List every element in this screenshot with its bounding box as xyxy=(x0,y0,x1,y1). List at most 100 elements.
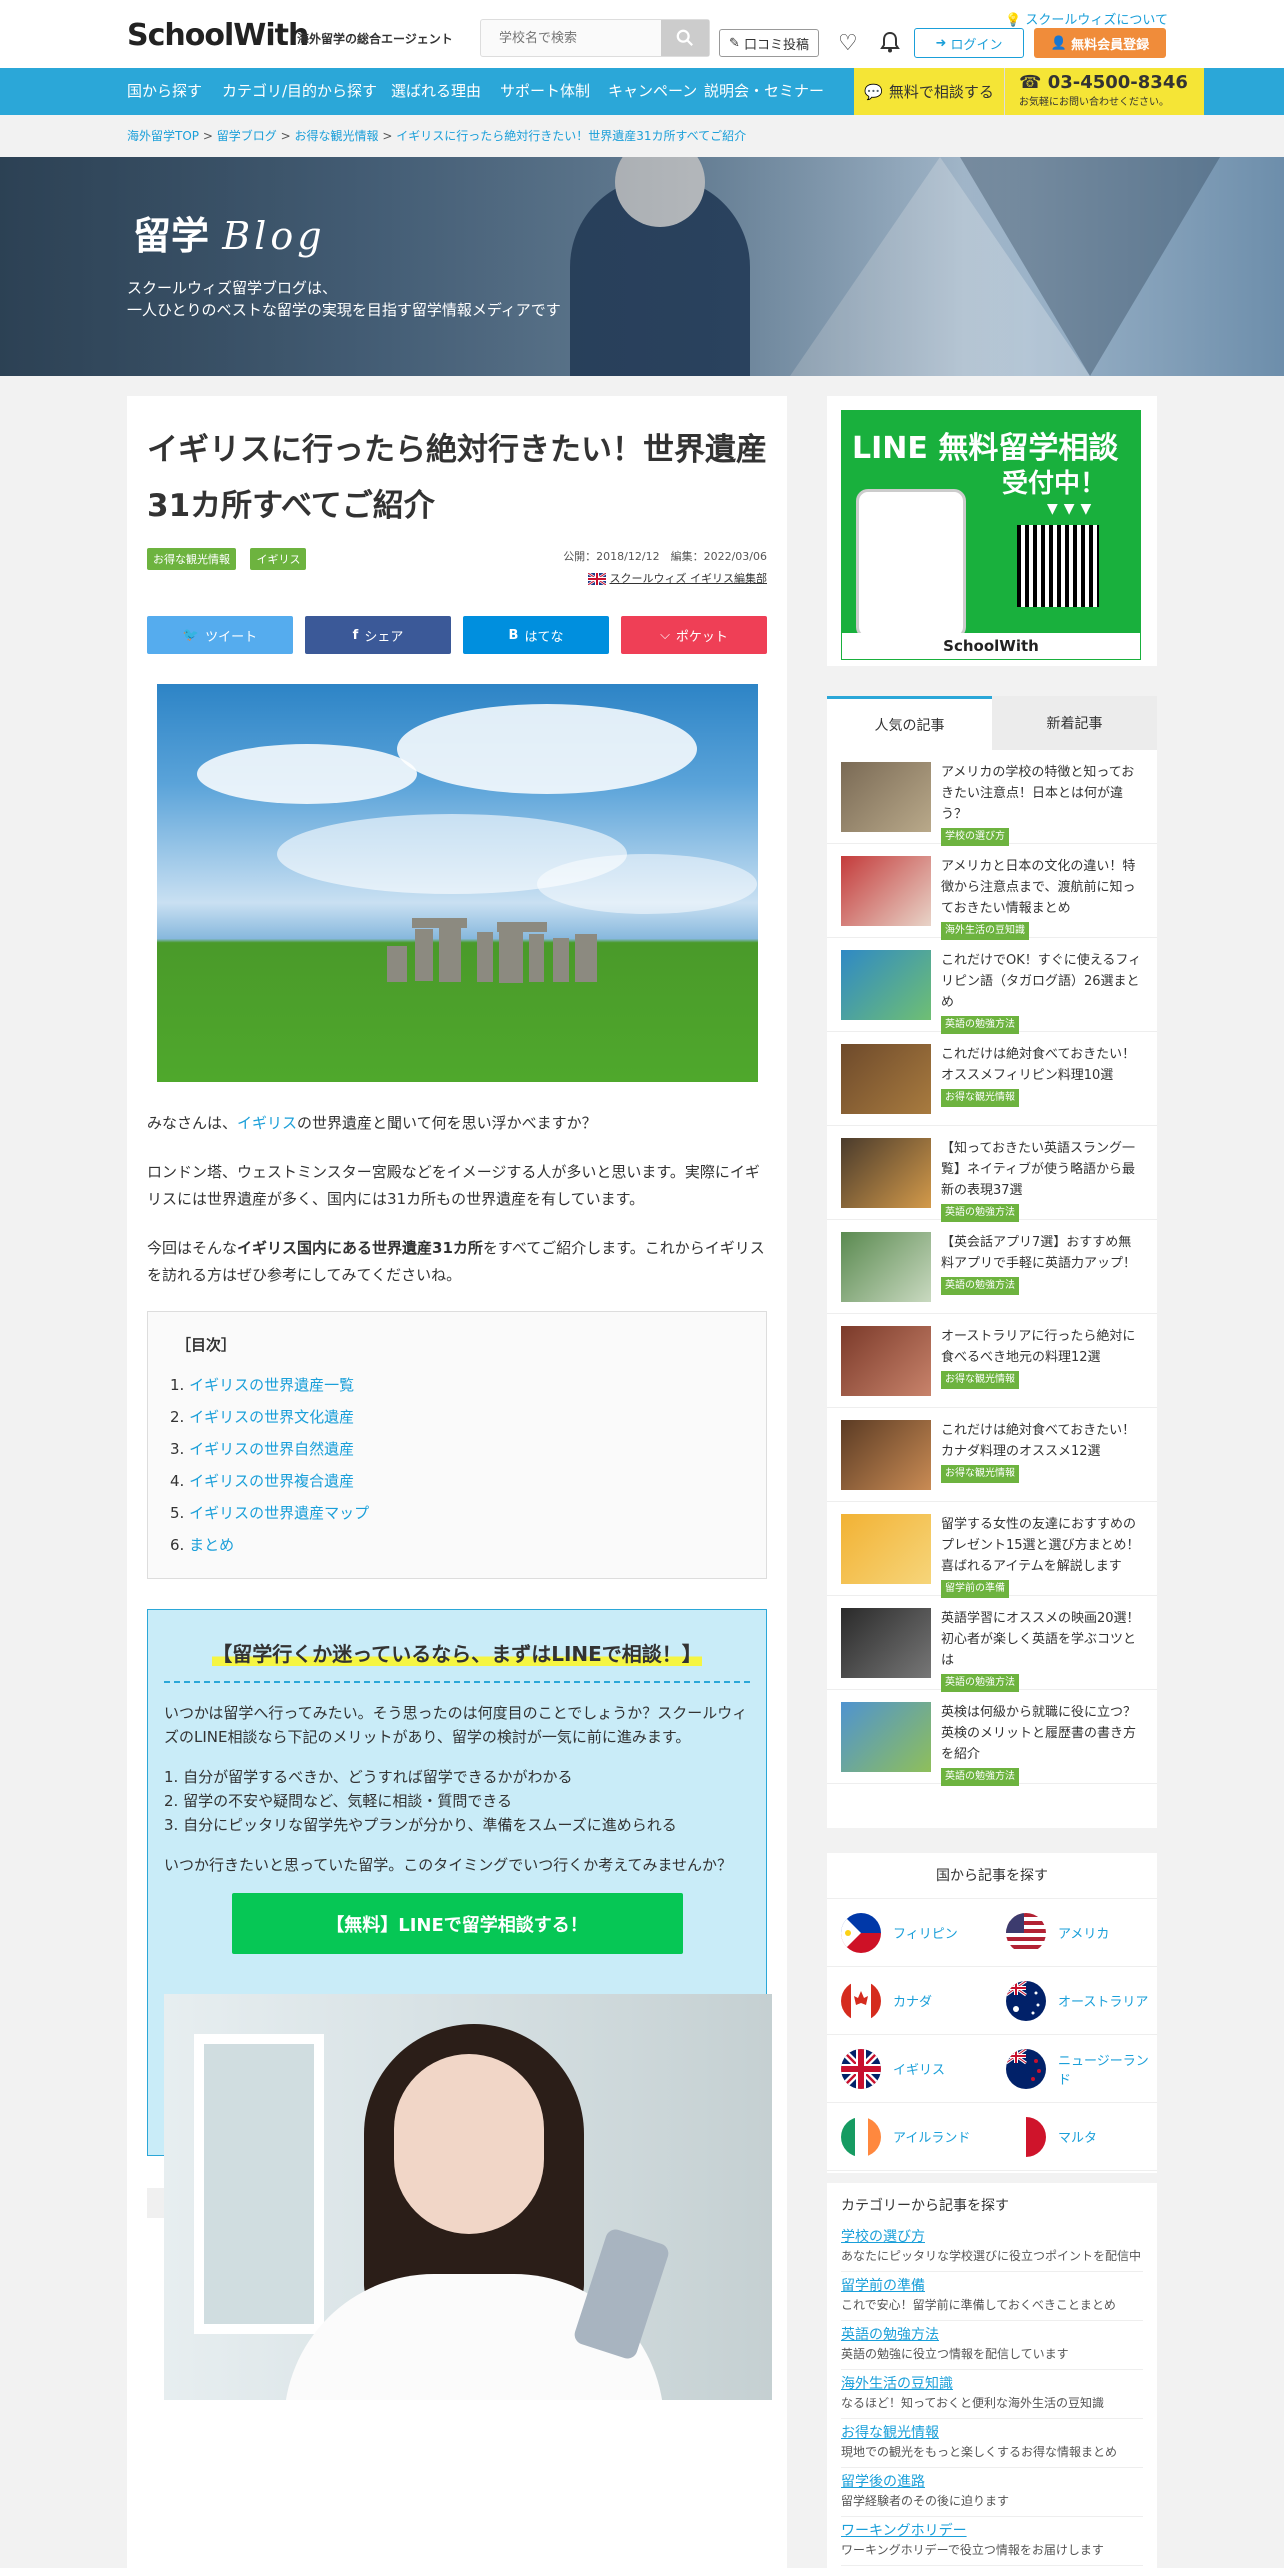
category-item: お得な観光情報 現地での観光をもっと楽しくするお得な情報まとめ xyxy=(841,2419,1143,2468)
breadcrumb-top[interactable]: 海外留学TOP xyxy=(127,129,199,143)
nav-item-country[interactable]: 国から探す xyxy=(127,68,202,115)
sidebar-article-item[interactable]: オーストラリアに行ったら絶対に食べるべき地元の料理12選 お得な観光情報 xyxy=(827,1314,1157,1408)
country-ireland[interactable]: アイルランド xyxy=(827,2103,992,2171)
line-consult-button[interactable]: 【無料】LINEで留学相談する！ xyxy=(231,1893,683,1954)
toc-link-mixed[interactable]: イギリスの世界複合遺産 xyxy=(189,1472,354,1490)
article-category-badge: 留学前の準備 xyxy=(941,1580,1009,1598)
category-link[interactable]: お得な観光情報 xyxy=(841,2423,1143,2443)
toc-link-list[interactable]: イギリスの世界遺産一覧 xyxy=(189,1376,354,1394)
chat-bubble-icon: 💬 xyxy=(864,82,883,101)
sidebar-article-item[interactable]: 英語学習にオススメの映画20選！初心者が楽しく英語を学ぶコツとは 英語の勉強方法 xyxy=(827,1596,1157,1692)
category-link[interactable]: ワーキングホリデー xyxy=(841,2521,1143,2541)
nav-item-campaign[interactable]: キャンペーン xyxy=(608,68,697,115)
uk-link[interactable]: イギリス xyxy=(237,1114,297,1132)
review-button[interactable]: ✎ 口コミ投稿 xyxy=(719,29,819,57)
category-link[interactable]: 留学後の進路 xyxy=(841,2472,1143,2492)
article-title: これだけは絶対食べておきたい！オススメフィリピン料理10選 xyxy=(941,1047,1136,1083)
article-author[interactable]: スクールウィズ イギリス編集部 xyxy=(586,570,767,587)
search-box xyxy=(480,19,710,57)
search-button[interactable] xyxy=(661,20,709,56)
country-label: アイルランド xyxy=(893,2131,971,2146)
sidebar-article-item[interactable]: これだけは絶対食べておきたい！オススメフィリピン料理10選 お得な観光情報 xyxy=(827,1032,1157,1126)
article-title: 留学する女性の友達におすすめのプレゼント15選と選び方まとめ！喜ばれるアイテムを… xyxy=(941,1517,1140,1574)
banner-subtitle: 受付中！ xyxy=(1002,469,1107,499)
sidebar-line-banner: LINE 無料留学相談 受付中！ ▼▼▼ SchoolWith xyxy=(827,396,1157,666)
sidebar-article-item[interactable]: アメリカの学校の特徴と知っておきたい注意点！日本とは何が違う？ 学校の選び方 xyxy=(827,750,1157,846)
logo[interactable]: SchoolWith xyxy=(127,18,309,53)
category-list: 学校の選び方 あなたにピッタリな学校選びに役立つポイントを配信中 留学前の準備 これで… xyxy=(841,2223,1143,2566)
line-box-closing: いつか行きたいと思っていた留学。このタイミングでいつ行くか考えてみませんか？ xyxy=(164,1856,733,1874)
article-text: これだけは絶対食べておきたい！オススメフィリピン料理10選 お得な観光情報 xyxy=(941,1044,1143,1125)
country-australia[interactable]: オーストラリア xyxy=(992,1967,1157,2035)
free-consult-label: 無料で相談する xyxy=(888,83,994,101)
smartphone-shape xyxy=(572,2226,671,2362)
register-button[interactable]: 👤 無料会員登録 xyxy=(1034,28,1166,58)
line-banner[interactable]: LINE 無料留学相談 受付中！ ▼▼▼ SchoolWith xyxy=(841,410,1141,660)
breadcrumb-separator: > xyxy=(280,129,291,143)
category-item: ワーキングホリデー ワーキングホリデーで役立つ情報をお届けします xyxy=(841,2517,1143,2566)
tag-uk[interactable]: イギリス xyxy=(250,548,307,570)
breadcrumb-category[interactable]: お得な観光情報 xyxy=(294,129,378,143)
nav-item-reasons[interactable]: 選ばれる理由 xyxy=(391,68,481,115)
sidebar-article-item[interactable]: アメリカと日本の文化の違い！特徴から注意点まで、渡航前に知っておきたい情報まとめ… xyxy=(827,844,1157,940)
about-link[interactable]: 💡 スクールウィズについて xyxy=(1005,9,1168,28)
category-description: これで安心！留学前に準備しておくべきことまとめ xyxy=(841,2298,1116,2312)
country-label: カナダ xyxy=(893,1995,933,2010)
toc-link-map[interactable]: イギリスの世界遺産マップ xyxy=(189,1504,369,1522)
tab-new[interactable]: 新着記事 xyxy=(992,696,1157,750)
breadcrumb-blog[interactable]: 留学ブログ xyxy=(217,129,277,143)
category-link[interactable]: 学校の選び方 xyxy=(841,2227,1143,2247)
sidebar-article-item[interactable]: 英検は何級から就職に役に立つ？英検のメリットと履歴書の書き方を紹介 英語の勉強方法 xyxy=(827,1690,1157,1786)
nav-item-category[interactable]: カテゴリ/目的から探す xyxy=(222,68,377,115)
toc-link-summary[interactable]: まとめ xyxy=(189,1536,234,1554)
toc-link-natural[interactable]: イギリスの世界自然遺産 xyxy=(189,1440,354,1458)
toc-link-cultural[interactable]: イギリスの世界文化遺産 xyxy=(189,1408,354,1426)
lightbulb-icon: 💡 xyxy=(1005,13,1022,28)
article-category-badge: お得な観光情報 xyxy=(941,1465,1019,1483)
face-shape xyxy=(394,2054,544,2234)
article-thumbnail xyxy=(841,1044,931,1114)
phone-contact[interactable]: ☎ 03-4500-8346 お気軽にお問い合わせください。 xyxy=(1004,68,1204,115)
category-link[interactable]: 留学前の準備 xyxy=(841,2276,1143,2296)
article-category-badge: 英語の勉強方法 xyxy=(941,1768,1019,1786)
breadcrumb-current[interactable]: イギリスに行ったら絶対行きたい！世界遺産31カ所すべてご紹介 xyxy=(396,129,746,143)
article-thumbnail xyxy=(841,1608,931,1678)
sidebar-countries: 国から記事を探す フィリピン アメリカ カナダ オーストラリア イギリス ニュー… xyxy=(827,1853,1157,2173)
breadcrumb: 海外留学TOP > 留学ブログ > お得な観光情報 > イギリスに行ったら絶対行… xyxy=(0,115,1284,157)
blog-hero: 留学 Blog スクールウィズ留学ブログは、 一人ひとりのベストな留学の実現を目… xyxy=(0,157,1284,376)
sidebar-article-item[interactable]: これだけは絶対食べておきたい！カナダ料理のオススメ12選 お得な観光情報 xyxy=(827,1408,1157,1502)
stone-shape xyxy=(496,922,547,932)
country-usa[interactable]: アメリカ xyxy=(992,1899,1157,1967)
article-category-badge: 英語の勉強方法 xyxy=(941,1277,1019,1295)
notification-bell-icon[interactable] xyxy=(880,31,900,58)
login-button[interactable]: ➜ ログイン xyxy=(914,28,1024,58)
category-link[interactable]: 英語の勉強方法 xyxy=(841,2325,1143,2345)
nav-item-seminar[interactable]: 説明会・セミナー xyxy=(704,68,824,115)
sidebar-article-item[interactable]: 【英会話アプリ7選】おすすめ無料アプリで手軽に英語力アップ！ 英語の勉強方法 xyxy=(827,1220,1157,1314)
tag-sightseeing[interactable]: お得な観光情報 xyxy=(147,548,236,570)
tab-popular[interactable]: 人気の記事 xyxy=(827,696,992,750)
country-newzealand[interactable]: ニュージーランド xyxy=(992,2035,1157,2103)
country-uk[interactable]: イギリス xyxy=(827,2035,992,2103)
country-malta[interactable]: マルタ xyxy=(992,2103,1157,2171)
stone-shape xyxy=(411,918,467,928)
article-thumbnail xyxy=(841,1514,931,1584)
free-consult-button[interactable]: 💬 無料で相談する xyxy=(854,68,1004,115)
hero-desc-line2: 一人ひとりのベストな留学の実現を目指す留学情報メディアです xyxy=(127,301,561,319)
user-icon: 👤 xyxy=(1050,35,1068,51)
nav-item-support[interactable]: サポート体制 xyxy=(500,68,590,115)
country-philippines[interactable]: フィリピン xyxy=(827,1899,992,1967)
category-link[interactable]: 海外生活の豆知識 xyxy=(841,2374,1143,2394)
search-input[interactable] xyxy=(481,20,661,56)
point-1: 1. 自分が留学するべきか、どうすれば留学できるかがわかる xyxy=(164,1768,573,1786)
sidebar-article-item[interactable]: 留学する女性の友達におすすめのプレゼント15選と選び方まとめ！喜ばれるアイテムを… xyxy=(827,1502,1157,1598)
article-main: イギリスに行ったら絶対行きたい！世界遺産31カ所すべてご紹介 お得な観光情報 イ… xyxy=(127,396,787,2568)
favorite-heart-icon[interactable]: ♡ xyxy=(838,31,858,56)
article-thumbnail xyxy=(841,856,931,926)
sidebar-article-item[interactable]: これだけでOK！すぐに使えるフィリピン語（タガログ語）26選まとめ 英語の勉強方法 xyxy=(827,938,1157,1034)
country-canada[interactable]: カナダ xyxy=(827,1967,992,2035)
hero-title-ja: 留学 xyxy=(133,214,210,258)
sidebar-article-item[interactable]: 【知っておきたい英語スラング一覧】ネイティブが使う略語から最新の表現37選 英語の… xyxy=(827,1126,1157,1222)
toc-item: 6. まとめ xyxy=(170,1536,235,1554)
line-box-text: いつかは留学へ行ってみたい。そう思ったのは何度目のことでしょうか？スクールウィズ… xyxy=(164,1701,750,1877)
